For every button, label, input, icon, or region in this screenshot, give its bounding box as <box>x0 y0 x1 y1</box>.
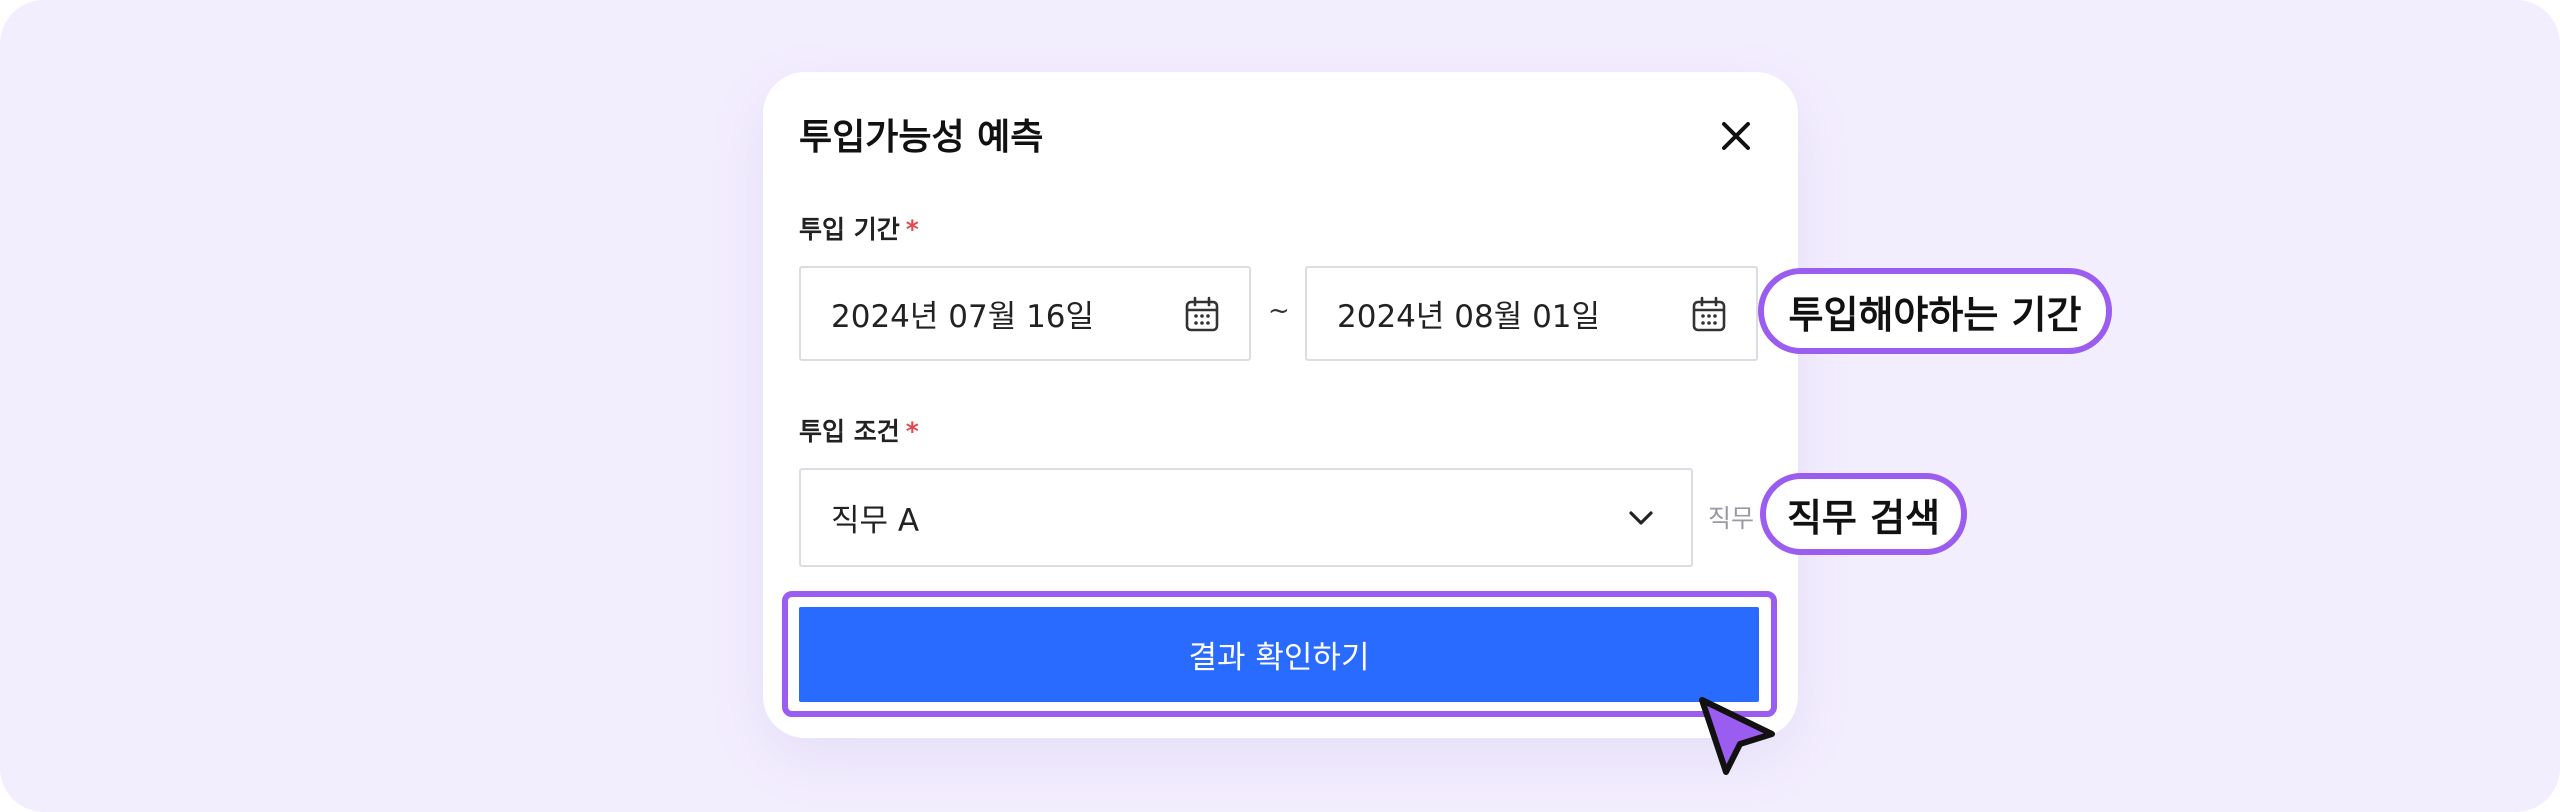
cursor-arrow-icon <box>1699 697 1775 775</box>
period-label: 투입 기간 * <box>799 214 919 246</box>
required-mark: * <box>905 417 919 446</box>
job-hint: 직무 <box>1708 504 1755 533</box>
condition-label: 투입 조건 * <box>799 416 919 448</box>
calendar-icon[interactable] <box>1185 296 1219 332</box>
start-date-field[interactable]: 2024년 07월 16일 <box>799 266 1251 361</box>
job-select[interactable]: 직무 A <box>799 468 1693 567</box>
calendar-icon[interactable] <box>1692 296 1726 332</box>
close-icon[interactable] <box>1716 116 1756 156</box>
date-range-separator: ~ <box>1268 296 1290 326</box>
check-result-button[interactable]: 결과 확인하기 <box>799 607 1759 702</box>
required-mark: * <box>905 215 919 244</box>
condition-label-text: 투입 조건 <box>799 417 900 446</box>
chevron-down-icon <box>1629 510 1653 525</box>
period-label-text: 투입 기간 <box>799 215 900 244</box>
period-callout: 투입해야하는 기간 <box>1758 268 2112 354</box>
end-date-field[interactable]: 2024년 08월 01일 <box>1305 266 1758 361</box>
start-date-value: 2024년 07월 16일 <box>831 299 1095 335</box>
job-select-value: 직무 A <box>831 503 920 539</box>
end-date-value: 2024년 08월 01일 <box>1337 299 1601 335</box>
modal-title: 투입가능성 예측 <box>799 117 1044 158</box>
job-search-callout: 직무 검색 <box>1760 473 1967 555</box>
